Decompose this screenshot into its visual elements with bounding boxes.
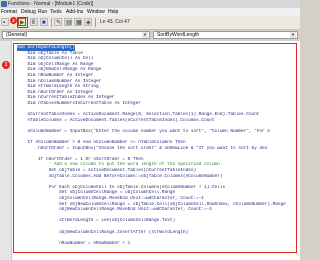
code-line[interactable]: nRowNumber = nRowNumber + 1 [17,241,295,247]
code-line-text: nColumnNumber = InputBox("Enter the colu… [17,128,270,134]
window-title: Functions - Normal - [Module1 (Code)] [8,1,94,7]
code-line-text: Set objColumnCellRange = objColumnCell.R… [17,190,176,196]
code-line-text: For Each objColumnCell In objTable.Colum… [17,184,226,190]
code-line-text: Dim objTable As Table [17,50,83,56]
code-line-text: Dim objColumnCell As Cell [17,56,94,62]
reset-icon[interactable]: ■ [40,18,48,26]
code-line-text: nTableColumns = ActiveDocument.Tables(nC… [17,117,215,123]
code-line-text: objTable.Columns.Add BeforeColumn:=objTa… [17,173,223,179]
callout-badge-1: 1 [2,61,10,69]
toolbar: ▪ ▶ Ⅱ ■ ✎ ▤ ▦ ◈ Ln 43, Col 47 [0,16,300,30]
toolbar-separator [51,18,52,27]
code-line-text: Dim nRowNumber As Integer [17,72,94,78]
object-combo[interactable]: (General) ▼ [2,31,150,39]
code-editor[interactable]: Sub SortByWordLength() Dim objTable As T… [17,45,295,251]
menu-item-tools[interactable]: Tools [50,8,62,16]
menu-item-run[interactable]: Run [38,8,47,16]
object-combo-value: (General) [6,32,28,38]
code-line[interactable]: nColumnNumber = InputBox("Enter the colu… [17,129,295,135]
callout-badge-2: 2 [10,17,17,24]
project-explorer-icon[interactable]: ▤ [64,18,72,26]
menu-item-format[interactable]: Format [1,8,17,16]
code-line-text: Dim nSortOrder As Integer [17,89,94,95]
code-line-text: If nSortOrder = 1 Or nSortOrder = 0 Then [17,156,144,162]
code-line-text: nSortOrder = InputBox("Choose the sort o… [17,145,268,151]
code-line-text: objColumnCellRange.MoveEnd Unit:=wdChara… [17,196,205,202]
toolbar-separator [95,18,96,27]
design-mode-icon[interactable]: ✎ [54,18,62,26]
code-line-text: Set objNewColumnCellRange = objTable.Cel… [17,201,286,207]
vba-editor-icon [1,1,7,7]
menu-item-debug[interactable]: Debug [21,8,36,16]
cursor-position: Ln 43, Col 47 [100,19,130,25]
chevron-down-icon[interactable]: ▼ [290,32,296,38]
code-line-text: Dim strWordLength As String [17,84,99,90]
code-line-text: If nColumnNumber > 0 And nColumnNumber <… [17,140,186,146]
properties-icon[interactable]: ▦ [74,18,82,26]
code-line-text: Dim nCurrentTableIndex As Integer [17,95,115,101]
code-line-text: strWordLength = Len(objColumnCellRange.T… [17,218,176,224]
title-bar: Functions - Normal - [Module1 (Code)] [0,0,300,8]
menu-item-add-ins[interactable]: Add-Ins [66,8,83,16]
break-icon[interactable]: Ⅱ [30,18,38,26]
code-line-text: nRowNumber = nRowNumber + 1 [17,240,131,246]
code-line-text: objNewColumnCellRange.MoveEnd Unit:=wdCh… [17,207,212,213]
code-line-text: nCurrentTableIndex = ActiveDocument.Rang… [17,112,260,118]
procedure-combo-value: SortByWordLength [157,32,200,38]
save-icon[interactable]: ▪ [1,18,9,26]
code-line-text: ' Add a new column to put the word lengt… [17,162,223,168]
menu-item-window[interactable]: Window [87,8,105,16]
code-line-text: Dim objCellRange As Range [17,61,94,67]
code-line-text: Dim nColumnNumber As Integer [17,78,102,84]
object-browser-icon[interactable]: ◈ [84,18,92,26]
code-line-text: Set objTable = ActiveDocument.Tables(nCu… [17,168,197,174]
menu-item-help[interactable]: Help [108,8,118,16]
code-line[interactable]: nSortOrder = InputBox("Choose the sort o… [17,146,295,152]
margin-indicator-bar[interactable] [0,41,12,260]
procedure-combo[interactable]: SortByWordLength ▼ [153,31,298,39]
code-line-text: Dim objNewCellRange As Range [17,67,102,73]
run-macro-icon[interactable]: ▶ [18,18,26,26]
code-line-text: objNewColumnCellRange.InsertAfter (strWo… [17,229,189,235]
chevron-down-icon[interactable]: ▼ [142,32,148,38]
code-line-text: Dim nTablesNumbersInCurrentTable As Inte… [17,100,141,106]
